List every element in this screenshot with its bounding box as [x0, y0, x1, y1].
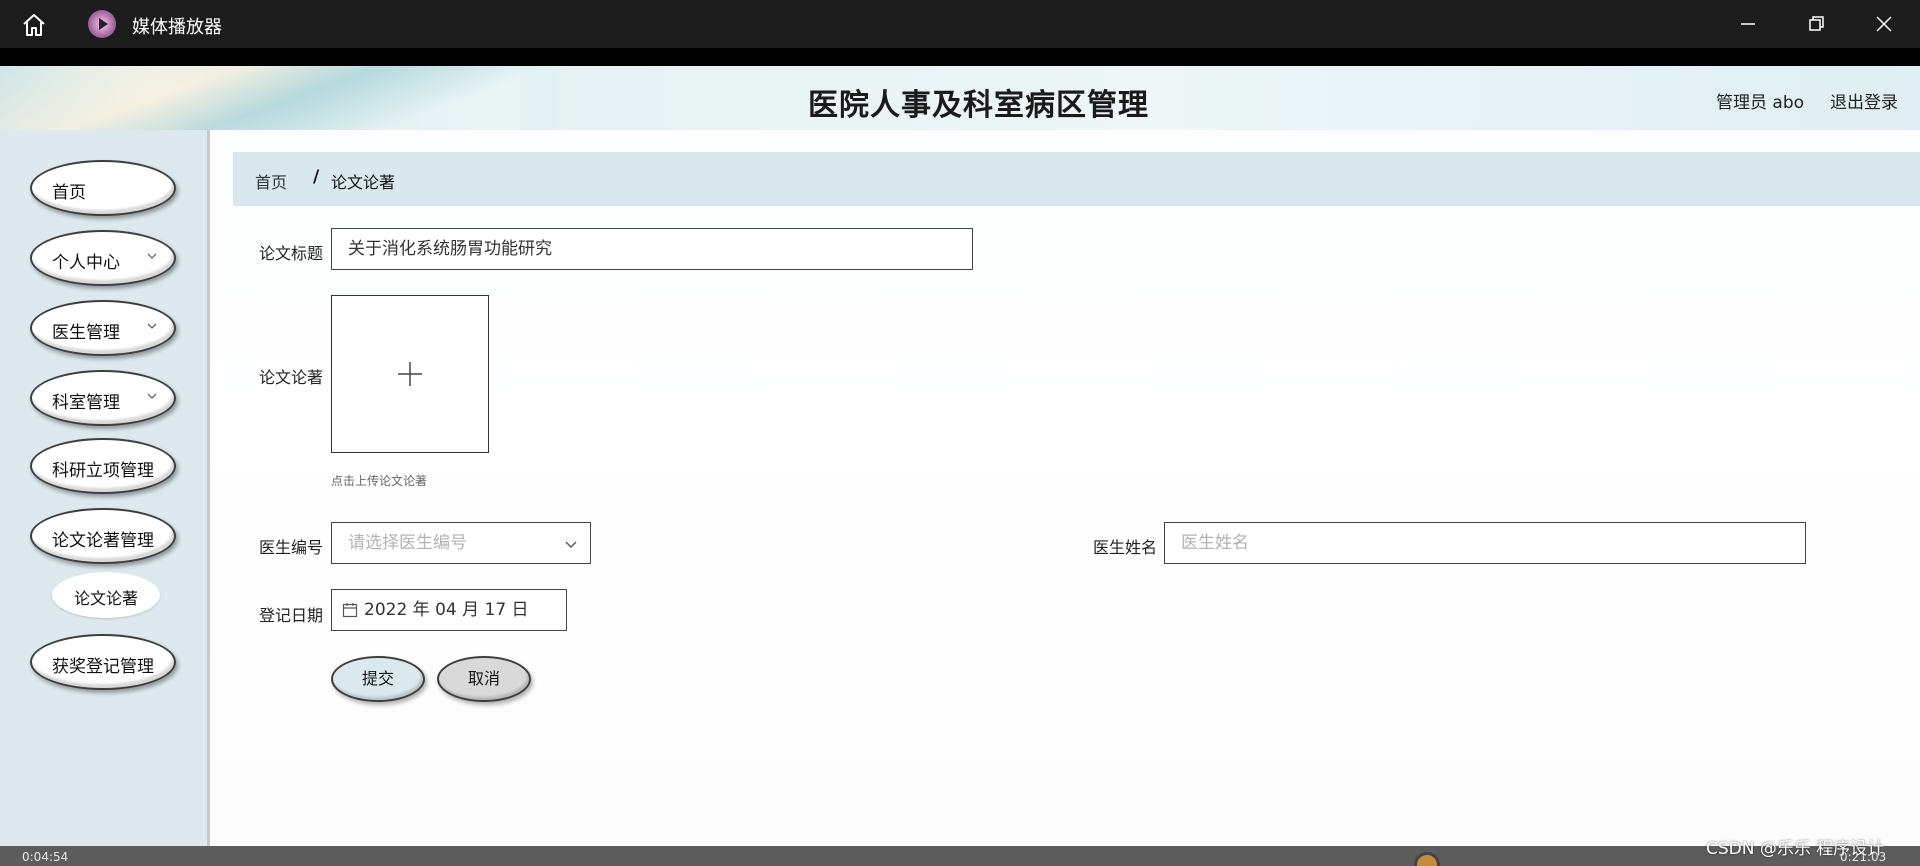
sidebar: 首页 个人中心 医生管理 科室管理 科研立项管理 论文论著管理 论文论著 获奖登…: [0, 130, 210, 846]
window-titlebar: 媒体播放器: [0, 0, 1920, 48]
admin-name: 管理员 abo: [1716, 93, 1805, 113]
doctor-name-input[interactable]: 医生姓名: [1164, 522, 1806, 564]
app-header: 医院人事及科室病区管理 管理员 abo 退出登录: [0, 66, 1920, 130]
breadcrumb-separator: /: [313, 167, 320, 187]
media-player-bar: 0:04:54 0:21:03: [0, 846, 1920, 866]
main-content: 首页 / 论文论著 论文标题 关于消化系统肠胃功能研究 论文论著 点击上传论文论…: [213, 130, 1920, 846]
doctor-id-placeholder: 请选择医生编号: [348, 533, 467, 553]
minimize-icon[interactable]: [1732, 8, 1764, 40]
sidebar-subitem-label: 论文论著: [74, 589, 139, 608]
plus-icon: [398, 362, 422, 386]
logout-link[interactable]: 退出登录: [1830, 88, 1898, 113]
sidebar-item-award-management[interactable]: 获奖登记管理: [30, 634, 176, 690]
sidebar-item-label: 科研立项管理: [52, 461, 154, 481]
sidebar-item-doctor-management[interactable]: 医生管理: [30, 300, 176, 356]
breadcrumb: 首页 / 论文论著: [233, 152, 1920, 206]
chevron-down-icon: [147, 253, 157, 259]
restore-icon[interactable]: [1800, 8, 1832, 40]
home-icon[interactable]: [20, 11, 48, 39]
title-input[interactable]: 关于消化系统肠胃功能研究: [331, 228, 973, 270]
media-player-icon: [88, 10, 116, 38]
system-title: 医院人事及科室病区管理: [808, 88, 1149, 123]
sidebar-subitem-paper[interactable]: 论文论著: [52, 572, 160, 618]
sidebar-item-home[interactable]: 首页: [30, 160, 176, 216]
date-field-label: 登记日期: [259, 606, 324, 625]
upload-hint: 点击上传论文论著: [331, 474, 428, 488]
date-picker[interactable]: 2022 年 04 月 17 日: [331, 589, 567, 631]
file-upload-box[interactable]: [331, 295, 489, 453]
breadcrumb-home[interactable]: 首页: [255, 169, 287, 193]
close-icon[interactable]: [1868, 8, 1900, 40]
calendar-icon: [342, 603, 358, 618]
elapsed-time: 0:04:54: [22, 850, 69, 864]
cancel-button[interactable]: 取消: [437, 656, 531, 702]
sidebar-item-personal-center[interactable]: 个人中心: [30, 230, 176, 286]
sidebar-item-label: 医生管理: [52, 323, 120, 343]
submit-button[interactable]: 提交: [331, 656, 425, 702]
sidebar-item-label: 论文论著管理: [52, 531, 154, 551]
doctor-id-select[interactable]: 请选择医生编号: [331, 522, 591, 564]
sidebar-item-label: 科室管理: [52, 393, 120, 413]
seek-knob[interactable]: [1414, 852, 1440, 866]
letterbox-strip: [0, 48, 1920, 66]
sidebar-item-paper-management[interactable]: 论文论著管理: [30, 508, 176, 564]
doctor-name-label: 医生姓名: [1093, 538, 1158, 557]
chevron-down-icon: [147, 323, 157, 329]
sidebar-item-research-project-management[interactable]: 科研立项管理: [30, 438, 176, 494]
watermark: CSDN @乐乐 程序设计: [1706, 839, 1885, 859]
sidebar-item-label: 个人中心: [52, 253, 120, 273]
chevron-down-icon: [147, 393, 157, 399]
chevron-down-icon: [565, 541, 577, 548]
title-field-label: 论文标题: [259, 244, 324, 263]
breadcrumb-current: 论文论著: [331, 173, 396, 192]
upload-field-label: 论文论著: [259, 368, 324, 387]
app-title: 媒体播放器: [132, 17, 222, 38]
sidebar-item-department-management[interactable]: 科室管理: [30, 370, 176, 426]
doctor-id-label: 医生编号: [259, 538, 324, 557]
sidebar-item-label: 获奖登记管理: [52, 657, 154, 677]
header-decoration: [0, 66, 520, 130]
date-value: 2022 年 04 月 17 日: [364, 600, 529, 620]
sidebar-item-label: 首页: [52, 183, 86, 203]
